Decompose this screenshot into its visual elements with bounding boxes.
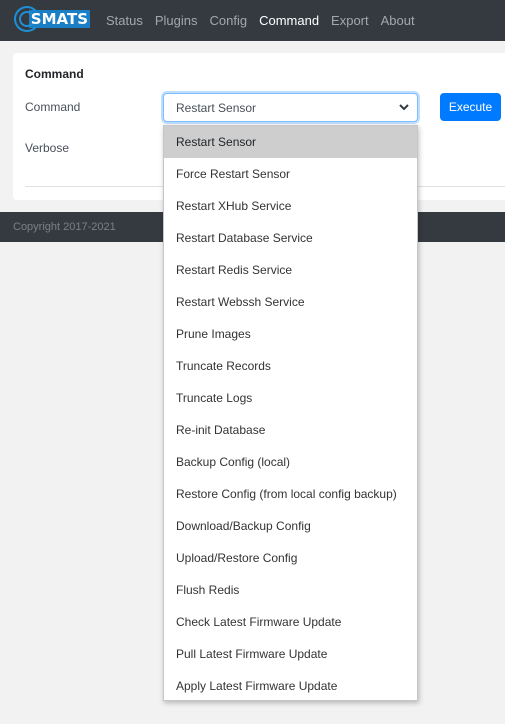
dropdown-option[interactable]: Download/Backup Config: [164, 510, 417, 542]
nav-item-export[interactable]: Export: [331, 13, 369, 28]
nav-item-about[interactable]: About: [381, 13, 415, 28]
command-dropdown-list: Restart Sensor Force Restart Sensor Restar…: [163, 125, 418, 701]
navbar: SMATS Status Plugins Config Command Export Ab…: [0, 0, 505, 41]
execute-button[interactable]: Execute: [440, 93, 501, 121]
copyright-text: Copyright 2017-2021: [13, 221, 116, 233]
command-label: Command: [25, 100, 81, 114]
command-select-value: Restart Sensor: [176, 101, 257, 115]
dropdown-option[interactable]: Restart Redis Service: [164, 254, 417, 286]
dropdown-option[interactable]: Check Latest Firmware Update: [164, 606, 417, 638]
card-title: Command: [25, 67, 84, 81]
brand-logo[interactable]: SMATS: [12, 3, 90, 35]
dropdown-option[interactable]: Backup Config (local): [164, 446, 417, 478]
dropdown-option[interactable]: Prune Images: [164, 318, 417, 350]
dropdown-option[interactable]: Apply Latest Firmware Update: [164, 670, 417, 702]
dropdown-option[interactable]: Force Restart Sensor: [164, 158, 417, 190]
dropdown-option[interactable]: Restart XHub Service: [164, 190, 417, 222]
dropdown-option[interactable]: Restart Sensor: [164, 126, 417, 158]
nav-item-command[interactable]: Command: [259, 13, 319, 28]
dropdown-option[interactable]: Restore Config (from local config backup…: [164, 478, 417, 510]
nav-item-plugins[interactable]: Plugins: [155, 13, 198, 28]
verbose-label: Verbose: [25, 141, 70, 155]
wifi-signal-icon: [12, 4, 40, 34]
main-nav: Status Plugins Config Command Export About: [106, 0, 427, 41]
dropdown-option[interactable]: Upload/Restore Config: [164, 542, 417, 574]
command-select[interactable]: Restart Sensor: [163, 93, 418, 122]
chevron-down-icon: [399, 104, 409, 111]
dropdown-option[interactable]: Restart Webssh Service: [164, 286, 417, 318]
dropdown-option[interactable]: Truncate Records: [164, 350, 417, 382]
dropdown-option[interactable]: Truncate Logs: [164, 382, 417, 414]
dropdown-option[interactable]: Re-init Database: [164, 414, 417, 446]
dropdown-option[interactable]: Pull Latest Firmware Update: [164, 638, 417, 670]
nav-item-status[interactable]: Status: [106, 13, 143, 28]
nav-item-config[interactable]: Config: [210, 13, 248, 28]
dropdown-option[interactable]: Flush Redis: [164, 574, 417, 606]
dropdown-option[interactable]: Restart Database Service: [164, 222, 417, 254]
